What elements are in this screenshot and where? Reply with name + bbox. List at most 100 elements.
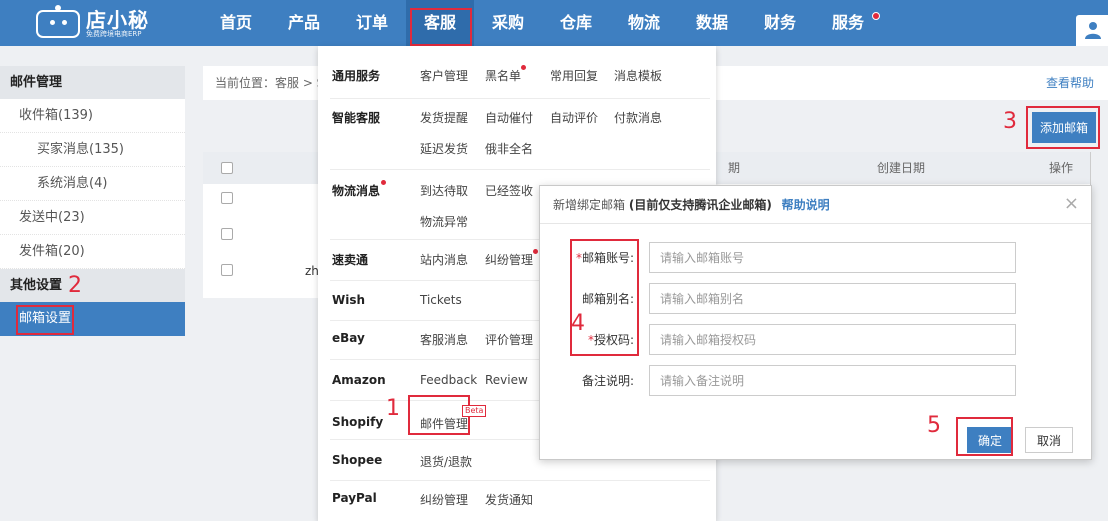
sidebar-item-buyer-messages[interactable]: 买家消息(135) [0,133,185,167]
menu-item-feedback[interactable]: Feedback [420,373,477,387]
menu-group-shopify: Shopify [332,415,384,429]
notification-dot [872,12,880,20]
email-account-input[interactable] [649,242,1016,273]
row-checkbox[interactable] [221,228,233,240]
row-account-text: zh [305,264,319,278]
breadcrumb-text: 当前位置：客服 > S [215,76,325,90]
menu-item-shipping-reminder[interactable]: 发货提醒 [420,109,468,126]
menu-item-shipping-notice[interactable]: 发货通知 [485,491,533,508]
menu-item-delivered[interactable]: 已经签收 [485,182,533,199]
new-dot [533,249,538,254]
nav-item-finance[interactable]: 财务 [746,0,814,46]
menu-item-payment-message[interactable]: 付款消息 [614,109,662,126]
step-number-4: 4 [571,311,585,336]
col-created-date: 创建日期 [877,161,926,175]
remarks-input[interactable] [649,365,1016,396]
step-number-1: 1 [386,396,400,421]
menu-item-auto-review[interactable]: 自动评价 [550,109,598,126]
help-link[interactable]: 查看帮助 [1046,66,1094,100]
menu-item-dispute-management[interactable]: 纠纷管理 [485,251,533,268]
sidebar: 邮件管理 收件箱(139) 买家消息(135) 系统消息(4) 发送中(23) … [0,66,185,336]
annotation-box-menu [408,395,470,435]
menu-item-message-templates[interactable]: 消息模板 [614,67,662,84]
annotation-box-nav [410,8,472,46]
menu-group-aliexpress: 速卖通 [332,253,369,267]
nav-item-services-label: 服务 [831,13,864,32]
menu-item-quick-replies[interactable]: 常用回复 [550,67,598,84]
nav-item-services[interactable]: 服务 [814,0,882,46]
dialog-help-link[interactable]: 帮助说明 [782,198,830,212]
sidebar-header-mail: 邮件管理 [0,66,185,99]
cancel-button[interactable]: 取消 [1025,427,1073,453]
menu-item-auto-payment-reminder[interactable]: 自动催付 [485,109,533,126]
menu-divider [330,169,710,170]
menu-item-returns-refunds[interactable]: 退货/退款 [420,453,472,470]
nav-item-orders[interactable]: 订单 [338,0,406,46]
sidebar-item-system-messages[interactable]: 系统消息(4) [0,167,185,201]
dialog-title: 新增绑定邮箱 [553,198,626,212]
row-checkbox[interactable] [221,264,233,276]
menu-group-wish: Wish [332,293,366,307]
menu-divider [330,98,710,99]
annotation-box-sidebar [16,305,74,335]
nav-item-products[interactable]: 产品 [270,0,338,46]
auth-code-input[interactable] [649,324,1016,355]
new-dot [521,65,526,70]
form-row-remarks: 备注说明: [540,365,1093,397]
annotation-box-add [1026,106,1100,149]
app-logo[interactable]: 店小秘 免费跨境电商ERP [36,5,149,39]
logo-subtitle: 免费跨境电商ERP [86,29,142,38]
menu-group-paypal: PayPal [332,491,377,505]
robot-logo-icon [36,5,80,38]
step-number-3: 3 [1003,109,1017,134]
main-nav: 首页 产品 订单 客服 采购 仓库 物流 数据 财务 服务 [202,0,882,46]
user-avatar-icon[interactable] [1076,15,1108,46]
close-icon[interactable]: × [1064,186,1079,222]
field-label-remarks: 备注说明: [581,374,634,388]
menu-item-paypal-disputes[interactable]: 纠纷管理 [420,491,468,508]
beta-badge: Beta [462,405,487,417]
menu-item-logistics-exception[interactable]: 物流异常 [420,213,468,230]
menu-item-review-management[interactable]: 评价管理 [485,331,533,348]
menu-item-tickets[interactable]: Tickets [420,293,462,307]
nav-item-data[interactable]: 数据 [678,0,746,46]
menu-group-general: 通用服务 [332,69,381,83]
add-mailbox-dialog: 新增绑定邮箱 (目前仅支持腾讯企业邮箱) 帮助说明 × *邮箱账号: 邮箱别名:… [539,185,1092,460]
menu-item-customer-management[interactable]: 客户管理 [420,67,468,84]
menu-item-delayed-shipping[interactable]: 延迟发货 [420,140,468,157]
menu-item-site-messages[interactable]: 站内消息 [420,251,468,268]
menu-group-shopee: Shopee [332,453,383,467]
row-checkbox[interactable] [221,192,233,204]
menu-item-service-messages[interactable]: 客服消息 [420,331,468,348]
dialog-note: (目前仅支持腾讯企业邮箱) [628,198,772,212]
sidebar-item-outbox[interactable]: 发件箱(20) [0,235,185,269]
menu-group-logistics-messages: 物流消息 [332,184,381,198]
step-number-2: 2 [68,273,82,298]
sidebar-item-inbox[interactable]: 收件箱(139) [0,99,185,133]
annotation-box-fields [570,239,639,356]
sidebar-item-sending[interactable]: 发送中(23) [0,201,185,235]
menu-group-amazon: Amazon [332,373,386,387]
col-period: 期 [728,161,741,175]
new-dot [381,180,386,185]
sidebar-header-other: 其他设置 [0,269,185,302]
menu-item-arrived-pickup[interactable]: 到达待取 [420,182,468,199]
logo-title: 店小秘 [86,7,149,32]
nav-item-warehouse[interactable]: 仓库 [542,0,610,46]
nav-item-purchasing[interactable]: 采购 [474,0,542,46]
col-actions: 操作 [1049,161,1074,175]
nav-item-home[interactable]: 首页 [202,0,270,46]
menu-item-russian-full-name[interactable]: 俄非全名 [485,140,533,157]
email-alias-input[interactable] [649,283,1016,314]
menu-group-ebay: eBay [332,331,365,345]
menu-item-review[interactable]: Review [485,373,528,387]
dialog-header: 新增绑定邮箱 (目前仅支持腾讯企业邮箱) 帮助说明 × [540,186,1091,224]
select-all-checkbox[interactable] [221,162,233,174]
menu-divider [330,480,710,481]
top-nav-bar: 店小秘 免费跨境电商ERP 首页 产品 订单 客服 采购 仓库 物流 数据 财务… [0,0,1108,46]
menu-item-blacklist[interactable]: 黑名单 [485,67,521,84]
menu-group-smart-service: 智能客服 [332,111,381,125]
nav-item-logistics[interactable]: 物流 [610,0,678,46]
annotation-box-confirm [956,417,1013,456]
step-number-5: 5 [927,413,941,438]
